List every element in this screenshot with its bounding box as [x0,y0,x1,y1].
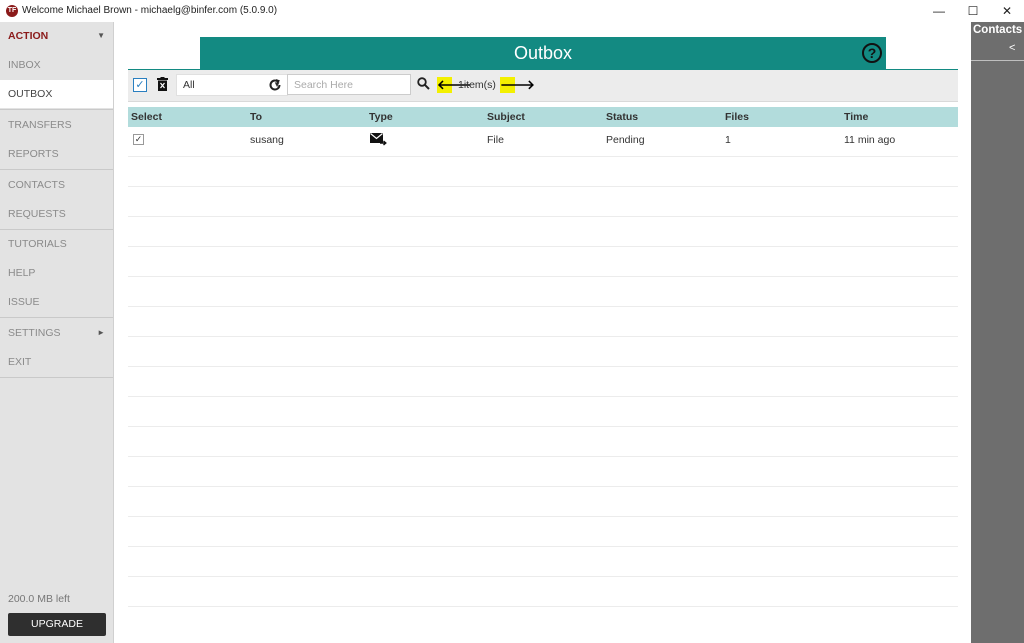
table-row-empty [128,397,958,427]
table-row-empty [128,247,958,277]
upgrade-button[interactable]: UPGRADE [8,613,106,636]
table-row-empty [128,427,958,457]
sidebar-divider [0,109,113,110]
search-input[interactable] [287,74,411,95]
table-row-empty [128,367,958,397]
table-header: Select To Type Subject Status Files Time [128,107,958,127]
sidebar-item-tutorials[interactable]: TUTORIALS [0,230,113,258]
outbox-table: Select To Type Subject Status Files Time… [128,107,958,607]
refresh-icon[interactable] [268,76,282,97]
send-mail-icon [370,133,387,149]
table-row-empty [128,187,958,217]
sidebar-item-issue[interactable]: ISSUE [0,288,113,316]
table-row[interactable]: ✓ susang File Pending 1 11 min ago [128,127,958,157]
cell-subject: File [487,134,504,146]
sidebar-item-settings[interactable]: SETTINGS ► [0,319,113,347]
table-row-empty [128,457,958,487]
caret-right-icon: ► [97,328,105,337]
col-time[interactable]: Time [844,107,868,127]
prev-page-arrow-icon[interactable]: 🡐 [437,77,472,93]
sidebar-item-outbox[interactable]: OUTBOX [0,80,113,108]
page-title: Outbox [200,37,886,69]
col-status[interactable]: Status [606,107,638,127]
sidebar-item-inbox[interactable]: INBOX [0,51,113,79]
sidebar-divider [0,169,113,170]
sidebar-item-reports[interactable]: REPORTS [0,140,113,168]
table-row-empty [128,217,958,247]
table-row-empty [128,517,958,547]
col-files[interactable]: Files [725,107,749,127]
sidebar: ACTION ▼ INBOX OUTBOX TRANSFERS REPORTS … [0,22,114,643]
col-type[interactable]: Type [369,107,393,127]
cell-to: susang [250,134,284,146]
delete-icon[interactable] [157,77,168,94]
contacts-title: Contacts [973,24,1023,36]
minimize-button[interactable]: — [922,0,956,22]
sidebar-divider [0,317,113,318]
collapse-chevron-icon[interactable]: < [1009,42,1015,54]
item-count: 1item(s) [458,79,496,91]
sidebar-item-transfers[interactable]: TRANSFERS [0,111,113,139]
sidebar-item-exit[interactable]: EXIT [0,348,113,376]
search-icon[interactable] [417,77,430,93]
sidebar-item-help[interactable]: HELP [0,259,113,287]
sidebar-divider [0,377,113,378]
cell-status: Pending [606,134,645,146]
cell-files: 1 [725,134,731,146]
col-select[interactable]: Select [131,107,162,127]
sidebar-item-contacts[interactable]: CONTACTS [0,171,113,199]
filter-select-value: All [183,79,195,91]
close-button[interactable]: ✕ [990,0,1024,22]
table-row-empty [128,157,958,187]
help-icon[interactable]: ? [862,43,882,63]
table-row-empty [128,307,958,337]
contacts-divider [971,60,1024,61]
maximize-button[interactable]: ☐ [956,0,990,22]
table-body: ✓ susang File Pending 1 11 min ago [128,127,958,607]
storage-remaining: 200.0 MB left [8,593,70,605]
sidebar-action-label: ACTION [8,30,49,42]
table-row-empty [128,487,958,517]
sidebar-settings-label: SETTINGS [8,327,61,339]
col-subject[interactable]: Subject [487,107,525,127]
select-all-checkbox[interactable]: ✓ [133,78,147,92]
caret-down-icon: ▼ [97,31,105,40]
sidebar-item-requests[interactable]: REQUESTS [0,200,113,228]
table-row-empty [128,337,958,367]
window-title: Welcome Michael Brown - michaelg@binfer.… [22,5,278,16]
table-row-empty [128,577,958,607]
cell-time: 11 min ago [844,134,896,146]
sidebar-action-header[interactable]: ACTION ▼ [0,22,113,50]
table-row-empty [128,547,958,577]
toolbar: ✓ All ▼ 🡐 1item(s) 🡒 [128,70,958,102]
col-to[interactable]: To [250,107,262,127]
next-page-arrow-icon[interactable]: 🡒 [500,77,535,93]
title-bar: TF Welcome Michael Brown - michaelg@binf… [0,0,1024,22]
app-logo: TF [6,5,18,17]
table-row-empty [128,277,958,307]
row-checkbox[interactable]: ✓ [133,134,144,145]
contacts-panel: Contacts < [971,22,1024,643]
